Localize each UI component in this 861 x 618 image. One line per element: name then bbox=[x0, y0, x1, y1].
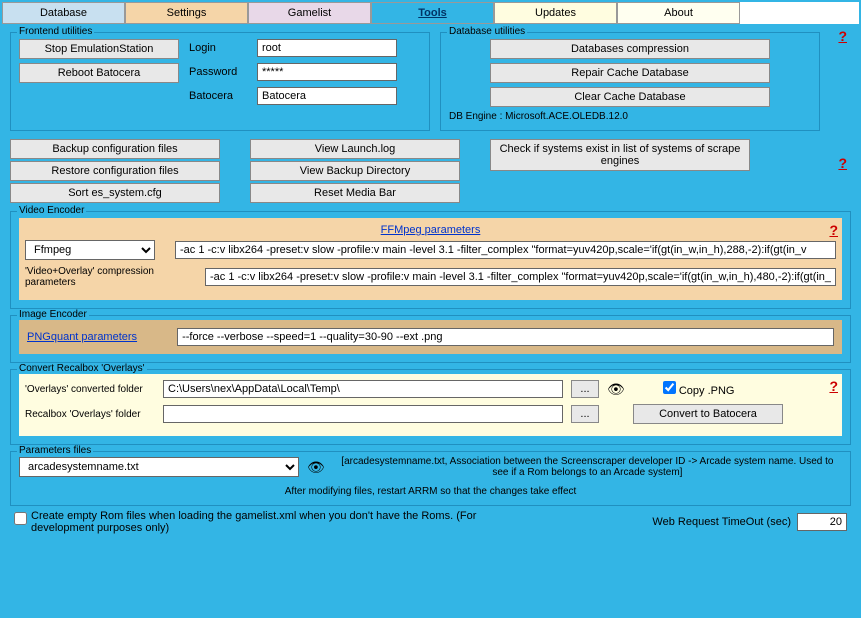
database-utilities-group: Database utilities Databases compression… bbox=[440, 32, 820, 131]
parameters-files-group: Parameters files arcadesystemname.txt 👁 … bbox=[10, 451, 851, 506]
check-systems-button[interactable]: Check if systems exist in list of system… bbox=[490, 139, 750, 171]
batocera-label: Batocera bbox=[189, 90, 249, 102]
tab-updates[interactable]: Updates bbox=[494, 2, 617, 24]
db-engine-info: DB Engine : Microsoft.ACE.OLEDB.12.0 bbox=[449, 111, 811, 122]
convert-overlays-group: Convert Recalbox 'Overlays' ? 'Overlays'… bbox=[10, 369, 851, 445]
video-overlay-params-input[interactable] bbox=[205, 268, 836, 286]
frontend-legend: Frontend utilities bbox=[17, 26, 94, 37]
password-label: Password bbox=[189, 66, 249, 78]
frontend-utilities-group: Frontend utilities Stop EmulationStation… bbox=[10, 32, 430, 131]
tab-tools[interactable]: Tools bbox=[371, 2, 494, 24]
timeout-input[interactable] bbox=[797, 513, 847, 531]
tab-database[interactable]: Database bbox=[2, 2, 125, 24]
video-encoder-group: Video Encoder ? FFMpeg parameters Ffmpeg… bbox=[10, 211, 851, 309]
params-description: [arcadesystemname.txt, Association betwe… bbox=[333, 456, 842, 478]
help-icon[interactable]: ? bbox=[829, 378, 838, 394]
pngquant-params-input[interactable] bbox=[177, 328, 834, 346]
tab-settings[interactable]: Settings bbox=[125, 2, 248, 24]
params-legend: Parameters files bbox=[17, 445, 93, 456]
video-params-input[interactable] bbox=[175, 241, 836, 259]
reboot-batocera-button[interactable]: Reboot Batocera bbox=[19, 63, 179, 83]
convert-to-batocera-button[interactable]: Convert to Batocera bbox=[633, 404, 783, 424]
browse-out-button[interactable]: ... bbox=[571, 380, 599, 398]
ffmpeg-params-link[interactable]: FFMpeg parameters bbox=[381, 224, 481, 236]
image-legend: Image Encoder bbox=[17, 309, 89, 320]
copy-png-checkbox[interactable]: Copy .PNG bbox=[663, 381, 735, 397]
image-encoder-group: Image Encoder PNGquant parameters bbox=[10, 315, 851, 363]
help-icon[interactable]: ? bbox=[829, 222, 838, 238]
overlays-in-label: Recalbox 'Overlays' folder bbox=[25, 409, 155, 420]
convert-legend: Convert Recalbox 'Overlays' bbox=[17, 363, 147, 374]
tab-about[interactable]: About bbox=[617, 2, 740, 24]
restore-config-button[interactable]: Restore configuration files bbox=[10, 161, 220, 181]
backup-config-button[interactable]: Backup configuration files bbox=[10, 139, 220, 159]
timeout-label: Web Request TimeOut (sec) bbox=[652, 516, 791, 528]
eye-icon[interactable]: 👁 bbox=[607, 381, 625, 398]
video-overlay-label: 'Video+Overlay' compression parameters bbox=[25, 266, 185, 288]
tab-gamelist[interactable]: Gamelist bbox=[248, 2, 371, 24]
browse-in-button[interactable]: ... bbox=[571, 405, 599, 423]
overlays-in-input[interactable] bbox=[163, 405, 563, 423]
login-label: Login bbox=[189, 42, 249, 54]
params-file-select[interactable]: arcadesystemname.txt bbox=[19, 457, 299, 477]
video-legend: Video Encoder bbox=[17, 205, 86, 216]
db-repair-button[interactable]: Repair Cache Database bbox=[490, 63, 770, 83]
login-input[interactable] bbox=[257, 39, 397, 57]
overlays-out-input[interactable] bbox=[163, 380, 563, 398]
create-empty-rom-checkbox[interactable]: Create empty Rom files when loading the … bbox=[14, 510, 494, 534]
db-compress-button[interactable]: Databases compression bbox=[490, 39, 770, 59]
stop-emulationstation-button[interactable]: Stop EmulationStation bbox=[19, 39, 179, 59]
reset-media-bar-button[interactable]: Reset Media Bar bbox=[250, 183, 460, 203]
db-legend: Database utilities bbox=[447, 26, 527, 37]
help-icon[interactable]: ? bbox=[838, 28, 847, 44]
help-icon[interactable]: ? bbox=[838, 155, 847, 171]
view-backup-dir-button[interactable]: View Backup Directory bbox=[250, 161, 460, 181]
video-encoder-select[interactable]: Ffmpeg bbox=[25, 240, 155, 260]
params-note: After modifying files, restart ARRM so t… bbox=[19, 486, 842, 497]
overlays-out-label: 'Overlays' converted folder bbox=[25, 384, 155, 395]
sort-es-system-button[interactable]: Sort es_system.cfg bbox=[10, 183, 220, 203]
db-clear-button[interactable]: Clear Cache Database bbox=[490, 87, 770, 107]
eye-icon[interactable]: 👁 bbox=[307, 459, 325, 476]
password-input[interactable] bbox=[257, 63, 397, 81]
view-launch-log-button[interactable]: View Launch.log bbox=[250, 139, 460, 159]
pngquant-link[interactable]: PNGquant parameters bbox=[27, 331, 137, 343]
batocera-input[interactable] bbox=[257, 87, 397, 105]
